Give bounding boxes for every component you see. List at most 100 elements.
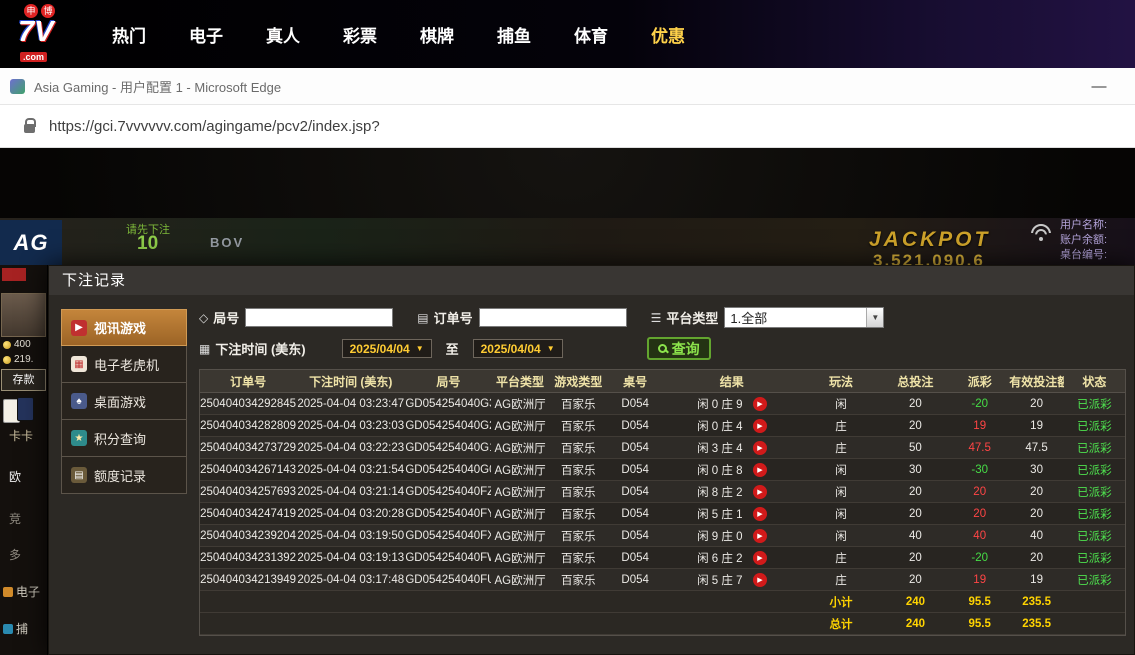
site-topnav: 申 博 7V .com 热门 电子 真人 彩票 棋牌 捕鱼 体育 优惠: [0, 0, 1135, 68]
cards-banner: [3, 397, 45, 425]
menu-item-table-games[interactable]: 桌面游戏: [61, 383, 187, 420]
address-url[interactable]: https://gci.7vvvvvv.com/agingame/pcv2/in…: [49, 118, 380, 135]
cell-play: 庄: [835, 552, 847, 565]
cell-order: 250404034282809: [200, 419, 297, 432]
date-to-picker[interactable]: 2025/04/04: [472, 339, 563, 358]
nav-item-hot[interactable]: 热门: [112, 22, 146, 47]
nav-item-sports[interactable]: 体育: [574, 22, 608, 47]
lobby-menu-slots[interactable]: 电子: [3, 583, 40, 600]
nav-item-chess[interactable]: 棋牌: [420, 22, 454, 47]
menu-item-slot-machines[interactable]: 电子老虎机: [61, 346, 187, 383]
cell-game: 百家乐: [561, 552, 596, 565]
nav-item-live[interactable]: 真人: [266, 22, 300, 47]
cell-game: 百家乐: [561, 398, 596, 411]
cell-round: GD054254040G1: [405, 441, 492, 454]
order-input[interactable]: [478, 308, 627, 327]
cell-table-no: D054: [621, 551, 649, 564]
total-row: 总计 240 95.5 235.5: [200, 613, 1125, 635]
table-row: 250404034213949 2025-04-04 03:17:48 GD05…: [200, 569, 1125, 591]
replay-icon[interactable]: [752, 418, 767, 433]
menu-item-quota-records[interactable]: 额度记录: [61, 457, 187, 494]
cell-result: 闲 0 庄 9: [662, 396, 801, 412]
cell-payout: 19: [973, 573, 987, 586]
replay-icon[interactable]: [752, 484, 767, 499]
cell-play: 闲: [835, 530, 847, 543]
cell-bet: 20: [909, 573, 922, 586]
nav-item-lottery[interactable]: 彩票: [343, 22, 377, 47]
replay-icon[interactable]: [752, 506, 767, 521]
cell-result: 闲 5 庄 7: [662, 572, 801, 588]
cell-bet: 20: [909, 419, 922, 432]
replay-icon[interactable]: [752, 396, 767, 411]
ag-logo: AG: [0, 220, 62, 265]
cell-bet: 40: [909, 529, 922, 542]
table-row: 250404034273729 2025-04-04 03:22:23 GD05…: [200, 437, 1125, 459]
screen: 申 博 7V .com 热门 电子 真人 彩票 棋牌 捕鱼 体育 优惠 Asia…: [0, 0, 1135, 655]
cell-table-no: D054: [621, 463, 649, 476]
cell-play: 闲: [835, 486, 847, 499]
cell-round: GD054254040FZ: [405, 485, 492, 498]
platform-list-icon: [651, 311, 662, 325]
modal-title: 下注记录: [49, 266, 1134, 295]
cell-game: 百家乐: [561, 574, 596, 587]
menu-item-points-query[interactable]: 积分查询: [61, 420, 187, 457]
cell-round: GD054254040FX: [405, 529, 492, 542]
round-label: 局号: [213, 311, 240, 326]
lobby-sidebar-strip: 400 219. 存款 卡卡 欧 竞 多 电子 捕: [0, 265, 48, 655]
menu-item-video-games[interactable]: 视讯游戏: [61, 309, 187, 346]
nav-item-fishing[interactable]: 捕鱼: [497, 22, 531, 47]
cell-play: 闲: [835, 464, 847, 477]
date-from-picker[interactable]: 2025/04/04: [341, 339, 432, 358]
cell-round: GD054254040FW: [405, 551, 492, 564]
cell-payout: 20: [973, 507, 987, 520]
replay-icon[interactable]: [752, 550, 767, 565]
cell-payout: -30: [971, 463, 989, 476]
table-row: 250404034267143 2025-04-04 03:21:54 GD05…: [200, 459, 1125, 481]
bet-records-modal: 下注记录 视讯游戏 电子老虎机: [48, 265, 1135, 655]
bet-countdown: 10: [137, 233, 159, 254]
site-logo[interactable]: 申 博 7V .com: [18, 3, 82, 65]
lobby-menu-fishing[interactable]: 捕: [3, 620, 28, 637]
table-body: 250404034292845 2025-04-04 03:23:47 GD05…: [200, 393, 1125, 591]
total-label: 总计: [829, 618, 853, 631]
cell-game: 百家乐: [561, 530, 596, 543]
banner-text: 卡卡: [9, 429, 34, 443]
table-row: 250404034247419 2025-04-04 03:20:28 GD05…: [200, 503, 1125, 525]
minimize-button[interactable]: —: [1087, 78, 1111, 95]
nav-item-promo[interactable]: 优惠: [651, 22, 685, 47]
cell-platform: AG欧洲厅: [494, 508, 546, 521]
cell-round: GD054254040G2: [405, 419, 492, 432]
main-nav: 热门 电子 真人 彩票 棋牌 捕鱼 体育 优惠: [112, 22, 685, 47]
table-no-label: 桌台编号:: [1060, 249, 1108, 261]
cell-table-no: D054: [621, 573, 649, 586]
total-valid: 235.5: [1022, 617, 1051, 630]
date-caret-icon: [547, 344, 555, 353]
platform-select[interactable]: 1.全部: [724, 307, 885, 328]
lobby-menu-europe[interactable]: 欧: [9, 468, 21, 485]
cell-order: 250404034267143: [200, 463, 297, 476]
total-bet: 240: [905, 617, 926, 630]
browser-urlbar: https://gci.7vvvvvv.com/agingame/pcv2/in…: [0, 105, 1135, 148]
cell-table-no: D054: [621, 485, 649, 498]
lobby-menu-bid[interactable]: 竞: [9, 510, 21, 527]
replay-icon[interactable]: [752, 440, 767, 455]
date-caret-icon: [416, 344, 424, 353]
cell-time: 2025-04-04 03:17:48: [297, 573, 405, 586]
cell-round: GD054254040FY: [405, 507, 492, 520]
cell-platform: AG欧洲厅: [494, 574, 546, 587]
platform-label: 平台类型: [666, 311, 719, 326]
cell-play: 闲: [835, 398, 847, 411]
coins-balance: 219.: [3, 354, 33, 365]
replay-icon[interactable]: [752, 462, 767, 477]
wifi-icon: [1030, 224, 1052, 242]
search-button[interactable]: 查询: [646, 337, 711, 360]
deposit-button[interactable]: 存款: [1, 369, 46, 391]
replay-icon[interactable]: [752, 528, 767, 543]
modal-menu: 视讯游戏 电子老虎机 桌面游戏: [61, 309, 187, 654]
lobby-menu-multi[interactable]: 多: [9, 546, 21, 563]
replay-icon[interactable]: [752, 572, 767, 587]
round-input[interactable]: [245, 308, 394, 327]
cell-status: 已派彩: [1077, 486, 1112, 499]
nav-item-slots[interactable]: 电子: [189, 22, 223, 47]
lock-icon[interactable]: [24, 117, 36, 133]
